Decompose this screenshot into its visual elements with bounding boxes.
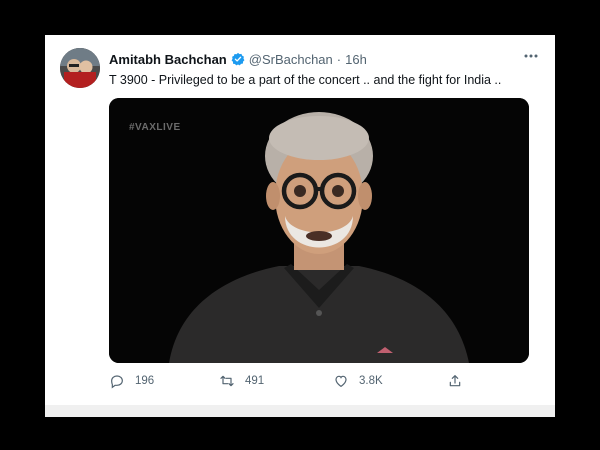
tweet-actions: 196 491 3.8K [109,373,539,393]
separator-dot: · [336,51,342,67]
author-name[interactable]: Amitabh Bachchan [109,52,227,67]
tweet-header: Amitabh Bachchan @SrBachchan · 16h [109,49,529,69]
reply-icon [109,373,125,389]
video-watermark: #VAXLIVE [129,122,181,133]
tweet-text: T 3900 - Privileged to be a part of the … [109,73,502,87]
avatar[interactable] [60,48,100,88]
share-button[interactable] [447,373,463,389]
like-button[interactable]: 3.8K [333,373,383,389]
reply-count: 196 [135,375,155,387]
retweet-icon [219,373,235,389]
like-count: 3.8K [359,375,383,387]
avatar-image [60,48,100,88]
retweet-count: 491 [245,375,265,387]
reply-button[interactable]: 196 [109,373,154,389]
tweet-video[interactable]: #VAXLIVE [109,98,529,363]
video-frame [109,98,529,363]
card-bottom-divider [45,405,555,417]
heart-icon [333,373,349,389]
tweet-card: Amitabh Bachchan @SrBachchan · 16h T 390… [45,35,555,417]
verified-badge-icon [231,52,245,66]
retweet-button[interactable]: 491 [219,373,264,389]
more-options-icon[interactable] [521,47,541,67]
tweet-timestamp[interactable]: 16h [345,52,367,67]
author-handle[interactable]: @SrBachchan [249,52,333,67]
share-icon [447,373,463,389]
